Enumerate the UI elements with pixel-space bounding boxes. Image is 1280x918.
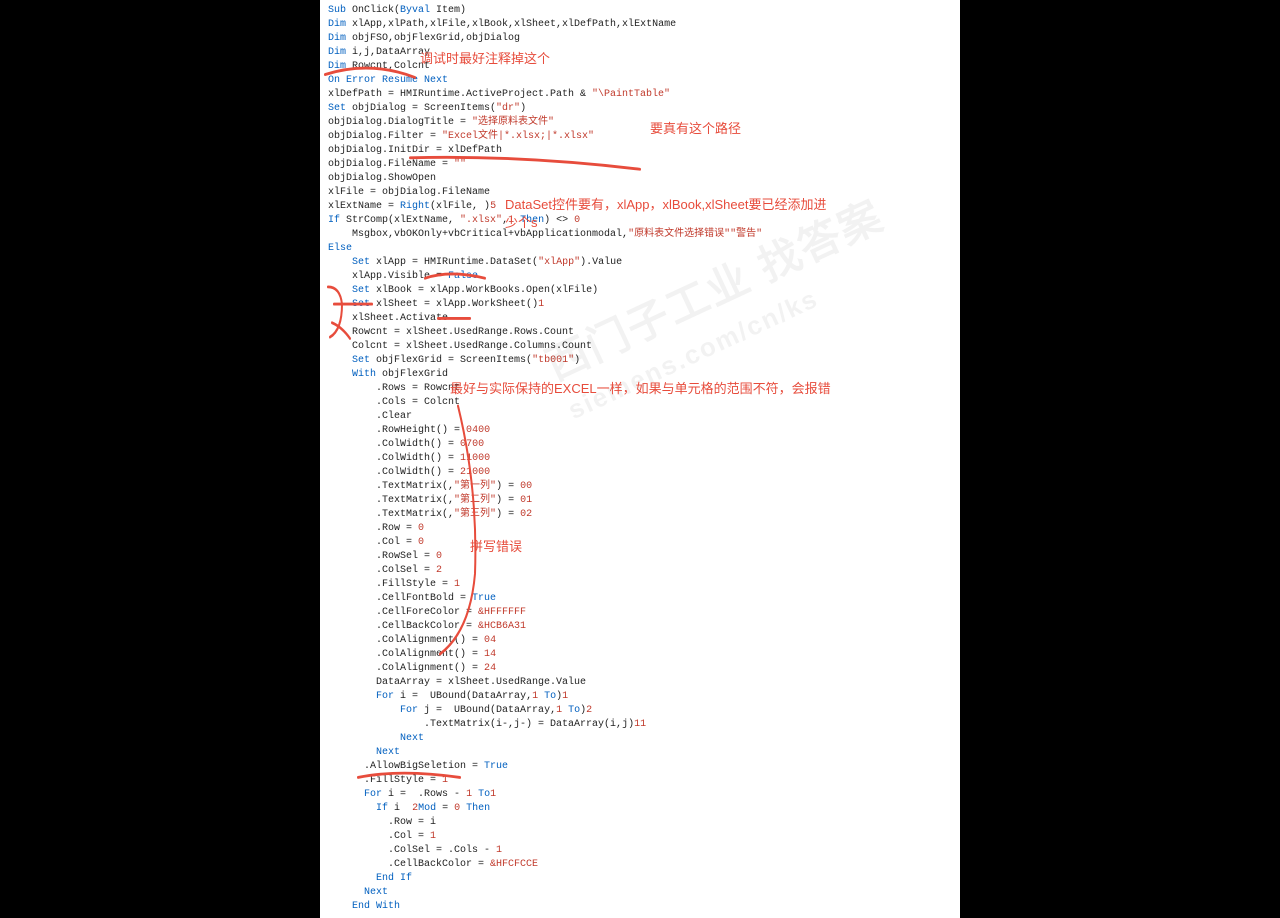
code-line: Rowcnt = xlSheet.UsedRange.Rows.Count [328, 326, 960, 340]
code-line: If i 2Mod = 0 Then [328, 802, 960, 816]
code-line: On Error Resume Next [328, 74, 960, 88]
code-line: .Col = 0 [328, 536, 960, 550]
code-line: For i = .Rows - 1 To1 [328, 788, 960, 802]
code-line: objDialog.Filter = "Excel文件|*.xlsx;|*.xl… [328, 130, 960, 144]
code-line: Next [328, 746, 960, 760]
code-line: .TextMatrix(,"第三列") = 02 [328, 508, 960, 522]
code-line: xlExtName = Right(xlFile, )5 [328, 200, 960, 214]
code-line: .ColAlignment() = 24 [328, 662, 960, 676]
code-line: Set xlApp = HMIRuntime.DataSet("xlApp").… [328, 256, 960, 270]
code-line: Set xlBook = xlApp.WorkBooks.Open(xlFile… [328, 284, 960, 298]
code-line: .Cols = Colcnt [328, 396, 960, 410]
code-line: Next [328, 886, 960, 900]
code-line: .ColSel = .Cols - 1 [328, 844, 960, 858]
code-line: .CellBackColor = &HCB6A31 [328, 620, 960, 634]
code-line: .CellForeColor = &HFFFFFF [328, 606, 960, 620]
code-line: End With [328, 900, 960, 914]
code-line: .AllowBigSeletion = True [328, 760, 960, 774]
code-line: With objFlexGrid [328, 368, 960, 382]
code-line: Sub OnClick(Byval Item) [328, 4, 960, 18]
code-line: DataArray = xlSheet.UsedRange.Value [328, 676, 960, 690]
code-line: Msgbox,vbOKOnly+vbCritical+vbApplication… [328, 228, 960, 242]
code-line: Dim objFSO,objFlexGrid,objDialog [328, 32, 960, 46]
code-line: objDialog.ShowOpen [328, 172, 960, 186]
code-line: Dim i,j,DataArray [328, 46, 960, 60]
code-line: Set objDialog = ScreenItems("dr") [328, 102, 960, 116]
code-line: Dim Rowcnt,Colcnt [328, 60, 960, 74]
code-line: .ColWidth() = 0700 [328, 438, 960, 452]
code-line: Else [328, 242, 960, 256]
code-line: .Col = 1 [328, 830, 960, 844]
code-line: .TextMatrix(,"第一列") = 00 [328, 480, 960, 494]
code-line: Colcnt = xlSheet.UsedRange.Columns.Count [328, 340, 960, 354]
code-line: .FillStyle = 1 [328, 578, 960, 592]
code-line: objDialog.FileName = "" [328, 158, 960, 172]
code-line: Next [328, 732, 960, 746]
code-document: 西门子工业 找答案 siemens.com/cn/ks Sub OnClick(… [320, 0, 960, 918]
code-line: .RowHeight() = 0400 [328, 424, 960, 438]
code-line: .RowSel = 0 [328, 550, 960, 564]
code-line: .ColAlignment() = 04 [328, 634, 960, 648]
code-line: For i = UBound(DataArray,1 To)1 [328, 690, 960, 704]
code-line: .TextMatrix(,"第二列") = 01 [328, 494, 960, 508]
code-line: xlSheet.Activate [328, 312, 960, 326]
code-line: .FillStyle = 1 [328, 774, 960, 788]
code-line: .Row = 0 [328, 522, 960, 536]
code-line: .ColWidth() = 11000 [328, 452, 960, 466]
code-block: Sub OnClick(Byval Item)Dim xlApp,xlPath,… [328, 4, 960, 914]
code-line: objDialog.InitDir = xlDefPath [328, 144, 960, 158]
code-line: .Rows = Rowcnt [328, 382, 960, 396]
code-line: If StrComp(xlExtName, ".xlsx",1 Then) <>… [328, 214, 960, 228]
code-line: xlFile = objDialog.FileName [328, 186, 960, 200]
code-line: xlApp.Visible = False [328, 270, 960, 284]
code-line: xlDefPath = HMIRuntime.ActiveProject.Pat… [328, 88, 960, 102]
code-line: .CellBackColor = &HFCFCCE [328, 858, 960, 872]
code-line: .Row = i [328, 816, 960, 830]
code-line: Set objFlexGrid = ScreenItems("tb001") [328, 354, 960, 368]
code-line: .ColSel = 2 [328, 564, 960, 578]
code-line: .ColWidth() = 21000 [328, 466, 960, 480]
code-line: .TextMatrix(i-,j-) = DataArray(i,j)11 [328, 718, 960, 732]
code-line: .ColAlignment() = 14 [328, 648, 960, 662]
code-line: For j = UBound(DataArray,1 To)2 [328, 704, 960, 718]
code-line: Set xlSheet = xlApp.WorkSheet()1 [328, 298, 960, 312]
code-line: .Clear [328, 410, 960, 424]
code-line: Dim xlApp,xlPath,xlFile,xlBook,xlSheet,x… [328, 18, 960, 32]
code-line: .CellFontBold = True [328, 592, 960, 606]
code-line: End If [328, 872, 960, 886]
code-line: objDialog.DialogTitle = "选择原料表文件" [328, 116, 960, 130]
